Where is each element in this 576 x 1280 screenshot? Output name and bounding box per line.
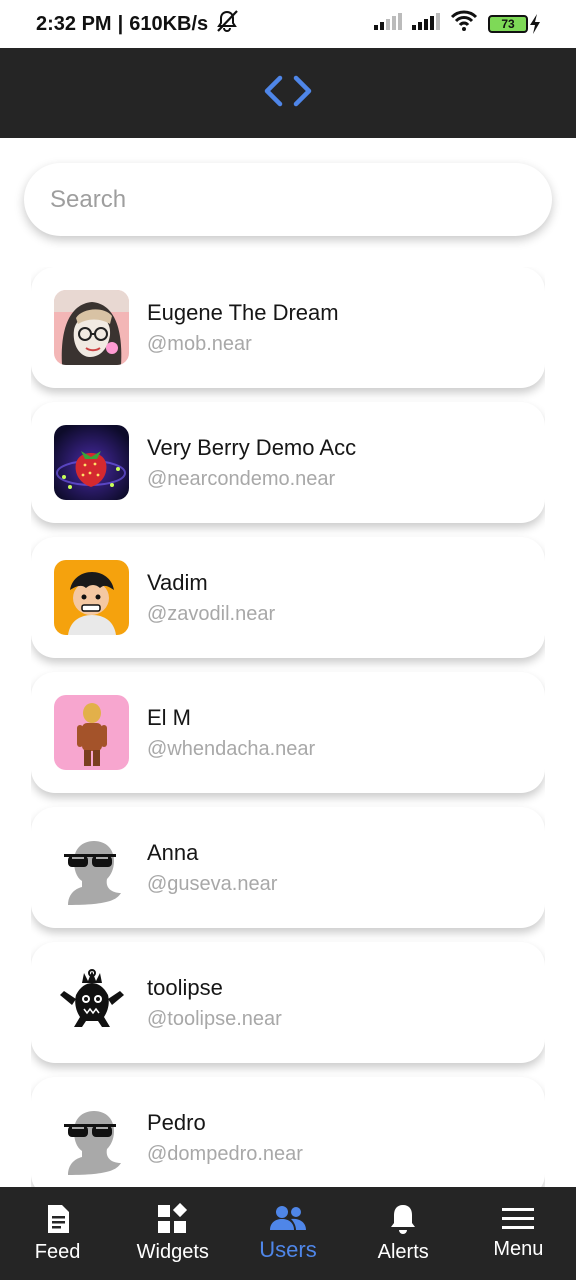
tab-alerts[interactable]: Alerts (346, 1187, 461, 1280)
tab-label: Widgets (136, 1241, 209, 1263)
tab-label: Alerts (377, 1241, 429, 1263)
tab-feed[interactable]: Feed (0, 1187, 115, 1280)
hamburger-menu-icon (502, 1206, 535, 1232)
user-info: toolipse @toolipse.near (147, 975, 282, 1031)
user-handle: @toolipse.near (147, 1007, 282, 1030)
bell-icon (388, 1203, 418, 1235)
strawberry-avatar (54, 425, 129, 500)
widgets-icon (157, 1203, 189, 1235)
tab-label: Feed (34, 1241, 81, 1263)
user-handle: @guseva.near (147, 872, 278, 895)
battery-icon: 73 (488, 14, 542, 34)
user-name: Eugene The Dream (147, 299, 339, 325)
user-name: El M (147, 704, 191, 730)
user-handle: @zavodil.near (147, 602, 276, 625)
user-name: Very Berry Demo Acc (147, 434, 357, 460)
signal-icon-2 (412, 12, 440, 36)
user-handle: @mob.near (147, 332, 252, 355)
user-info: El M @whendacha.near (147, 705, 315, 761)
user-info: Very Berry Demo Acc @nearcondemo.near (147, 435, 356, 491)
default-silhouette-avatar (54, 830, 129, 905)
user-name: Vadim (147, 569, 208, 595)
app-header (0, 48, 576, 138)
user-list[interactable]: Eugene The Dream @mob.near Very Berry De… (31, 267, 545, 1187)
3d-figure-avatar (54, 695, 129, 770)
user-info: Vadim @zavodil.near (147, 570, 275, 626)
user-handle: @whendacha.near (147, 737, 316, 760)
tab-widgets[interactable]: Widgets (115, 1187, 230, 1280)
user-card[interactable]: Very Berry Demo Acc @nearcondemo.near (31, 402, 545, 523)
user-card[interactable]: Eugene The Dream @mob.near (31, 267, 545, 388)
user-name: Pedro (147, 1109, 206, 1135)
status-left: 2:32 PM | 610KB/s (36, 9, 240, 39)
user-card[interactable]: Vadim @zavodil.near (31, 537, 545, 658)
search-bar[interactable] (24, 163, 552, 236)
mute-icon (214, 9, 240, 39)
black-monster-avatar (54, 965, 129, 1040)
anime-character-avatar (54, 290, 129, 365)
user-handle: @nearcondemo.near (147, 467, 336, 490)
default-silhouette-avatar (54, 1100, 129, 1175)
search-input[interactable] (50, 185, 552, 214)
network-speed: 610KB/s (129, 12, 209, 35)
document-icon (42, 1203, 74, 1235)
user-name: toolipse (147, 974, 223, 1000)
wifi-icon (450, 10, 478, 38)
user-info: Pedro @dompedro.near (147, 1110, 303, 1166)
user-info: Anna @guseva.near (147, 840, 277, 896)
tab-label: Users (259, 1236, 317, 1262)
bottom-tab-bar: Feed Widgets Users Alerts Menu (0, 1187, 576, 1280)
code-brackets-icon[interactable] (264, 75, 312, 112)
cartoon-face-avatar (54, 560, 129, 635)
users-icon (269, 1205, 307, 1231)
user-handle: @dompedro.near (147, 1142, 303, 1165)
battery-level: 73 (488, 15, 528, 33)
user-card[interactable]: El M @whendacha.near (31, 672, 545, 793)
tab-label: Menu (493, 1238, 544, 1260)
user-card[interactable]: Anna @guseva.near (31, 807, 545, 928)
status-bar: 2:32 PM | 610KB/s 73 (0, 0, 576, 48)
user-card[interactable]: Pedro @dompedro.near (31, 1077, 545, 1187)
status-right: 73 (374, 10, 542, 38)
user-info: Eugene The Dream @mob.near (147, 300, 339, 356)
tab-menu[interactable]: Menu (461, 1187, 576, 1280)
status-time: 2:32 PM (36, 12, 112, 35)
user-card[interactable]: toolipse @toolipse.near (31, 942, 545, 1063)
status-separator: | (117, 12, 124, 35)
user-name: Anna (147, 839, 199, 865)
signal-icon (374, 12, 402, 36)
tab-users[interactable]: Users (230, 1187, 345, 1280)
